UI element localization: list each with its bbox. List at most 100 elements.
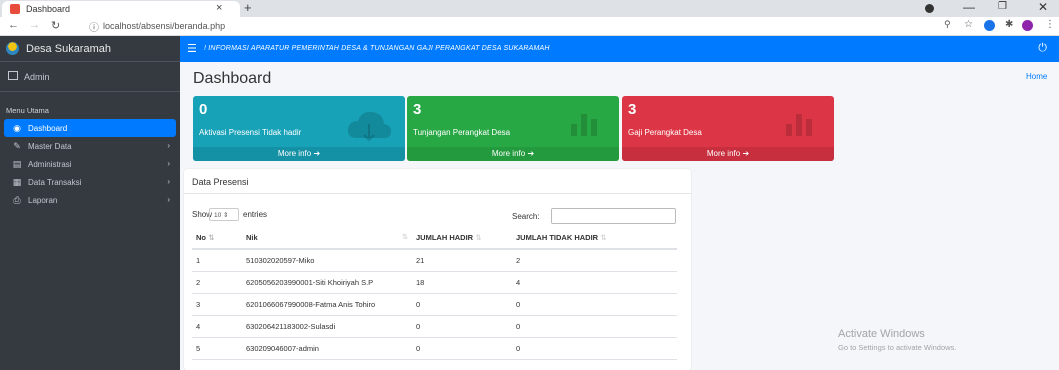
arrow-circle-right-icon: ➔ (527, 149, 535, 158)
sidebar-item-master-data[interactable]: ✎ Master Data › (4, 137, 176, 155)
extension-icon[interactable] (984, 20, 995, 31)
print-icon: ⎙ (13, 195, 21, 205)
list-icon: ▤ (12, 159, 22, 169)
bar-chart-icon (786, 114, 812, 136)
table-row: 3 6201066067990008-Fatma Anis Tohiro 0 0 (192, 293, 677, 316)
maximize-button[interactable]: ❐ (998, 1, 1007, 12)
cell-jumlah-hadir: 0 (412, 293, 512, 316)
more-info-link[interactable]: More info ➔ (407, 147, 619, 161)
cell-no: 1 (192, 249, 242, 272)
breadcrumb-home[interactable]: Home (1026, 72, 1047, 81)
small-box-tunjangan: 3 Tunjangan Perangkat Desa More info ➔ (407, 96, 619, 161)
edit-icon: ✎ (13, 141, 21, 151)
avatar[interactable] (1022, 20, 1033, 31)
cell-no: 4 (192, 315, 242, 338)
info-marquee: ! INFORMASI APARATUR PEMERINTAH DESA & T… (204, 45, 550, 52)
brand-logo-icon (6, 42, 19, 55)
more-info-label: More info (706, 149, 741, 158)
cell-jumlah-hadir: 21 (412, 249, 512, 272)
activate-windows-subtitle: Go to Settings to activate Windows. (838, 343, 957, 352)
sort-icon: ⇅ (475, 233, 482, 242)
zoom-icon[interactable]: ⚲ (944, 19, 951, 30)
cell-jumlah-tidak-hadir: 0 (512, 337, 677, 360)
cell-jumlah-tidak-hadir: 0 (512, 315, 677, 338)
new-tab-button[interactable]: + (244, 0, 252, 15)
header-label: JUMLAH HADIR (416, 233, 474, 242)
more-info-label: More info (491, 149, 526, 158)
cell-nik: 630206421183002-Sulasdi (242, 315, 412, 338)
user-name: Admin (24, 72, 50, 82)
favicon-icon (10, 4, 20, 14)
page-size-value: 10 (214, 212, 222, 219)
table-icon: ▦ (12, 177, 22, 187)
column-header-no[interactable]: No ⇅ (192, 227, 242, 250)
small-box-presensi: 0 Aktivasi Presensi Tidak hadir More inf… (193, 96, 405, 161)
header-label: No (196, 233, 206, 242)
cell-jumlah-hadir: 0 (412, 337, 512, 360)
page-size-select[interactable]: 10 ⇕ (209, 208, 239, 221)
user-panel[interactable]: Admin (0, 62, 180, 92)
bookmark-star-icon[interactable]: ☆ (964, 19, 973, 30)
cell-jumlah-hadir: 18 (412, 271, 512, 294)
box-label: Tunjangan Perangkat Desa (413, 128, 511, 137)
sidebar-item-label: Administrasi (28, 160, 72, 169)
profile-icon[interactable] (925, 4, 934, 13)
sidebar-item-label: Master Data (28, 142, 72, 151)
column-header-jumlah-hadir[interactable]: JUMLAH HADIR ⇅ (412, 227, 512, 250)
box-value: 0 (199, 101, 208, 118)
chevron-right-icon: › (167, 141, 170, 150)
sidebar-item-dashboard[interactable]: ◉ Dashboard (4, 119, 176, 137)
browser-tab[interactable]: Dashboard × (2, 1, 240, 17)
site-info-icon[interactable]: ⓘ (89, 19, 99, 34)
reload-icon[interactable]: ↻ (51, 19, 60, 32)
minimize-button[interactable]: — (963, 0, 975, 14)
sort-asc-icon: ⇅ (208, 233, 215, 242)
sidebar: Desa Sukaramah Admin Menu Utama ◉ Dashbo… (0, 36, 180, 370)
card-title: Data Presensi (192, 177, 249, 187)
brand-name: Desa Sukaramah (26, 43, 111, 55)
extensions-puzzle-icon[interactable]: ✱ (1005, 19, 1013, 30)
cell-nik: 6201066067990008-Fatma Anis Tohiro (242, 293, 412, 316)
sort-icon: ⇅ (600, 233, 607, 242)
data-presensi-card: Data Presensi Show 10 ⇕ entries Search: … (184, 169, 691, 370)
cloud-download-icon (347, 111, 392, 142)
sidebar-item-label: Laporan (28, 196, 58, 205)
activate-windows-title: Activate Windows (838, 328, 925, 340)
sidebar-item-label: Dashboard (28, 124, 68, 133)
tab-close-icon[interactable]: × (216, 2, 222, 14)
cell-jumlah-tidak-hadir: 0 (512, 293, 677, 316)
brand-link[interactable]: Desa Sukaramah (0, 36, 180, 62)
table-header-row: No ⇅ Nik ⇅ JUMLAH HADIR ⇅ JUMLAH TIDAK HA… (192, 227, 677, 250)
divider (184, 193, 691, 194)
bar-chart-icon (571, 114, 597, 136)
cell-jumlah-hadir: 0 (412, 315, 512, 338)
column-header-jumlah-tidak-hadir[interactable]: JUMLAH TIDAK HADIR ⇅ (512, 227, 677, 250)
power-icon[interactable]: ⏻ (1038, 42, 1047, 55)
more-info-label: More info (277, 149, 312, 158)
back-icon[interactable]: ← (8, 19, 19, 31)
sort-icon: ⇅ (402, 234, 408, 241)
sidebar-item-laporan[interactable]: ⎙ Laporan › (4, 191, 176, 209)
entries-label: entries (243, 210, 268, 219)
more-info-link[interactable]: More info ➔ (193, 147, 405, 161)
cell-no: 2 (192, 271, 242, 294)
header-label: Nik (246, 233, 258, 242)
table-row: 4 630206421183002-Sulasdi 0 0 (192, 315, 677, 338)
cell-nik: 510302020597-Miko (242, 249, 412, 272)
window-close-button[interactable]: ✕ (1038, 0, 1048, 14)
browser-tab-bar: Dashboard × + — ❐ ✕ (0, 0, 1059, 17)
url-field[interactable]: localhost/absensi/beranda.php (103, 21, 225, 31)
forward-icon[interactable]: → (29, 19, 40, 31)
more-info-link[interactable]: More info ➔ (622, 147, 834, 161)
sidebar-item-administrasi[interactable]: ▤ Administrasi › (4, 155, 176, 173)
menu-dots-icon[interactable]: ⋮ (1045, 19, 1055, 30)
box-label: Gaji Perangkat Desa (628, 128, 702, 137)
dashboard-icon: ◉ (13, 123, 21, 133)
sidebar-item-data-transaksi[interactable]: ▦ Data Transaksi › (4, 173, 176, 191)
cell-no: 5 (192, 337, 242, 360)
cell-no: 3 (192, 293, 242, 316)
hamburger-menu-icon[interactable]: ☰ (187, 42, 197, 55)
search-input[interactable] (551, 208, 676, 224)
column-header-nik[interactable]: Nik ⇅ (242, 227, 412, 250)
box-label: Aktivasi Presensi Tidak hadir (199, 128, 302, 137)
